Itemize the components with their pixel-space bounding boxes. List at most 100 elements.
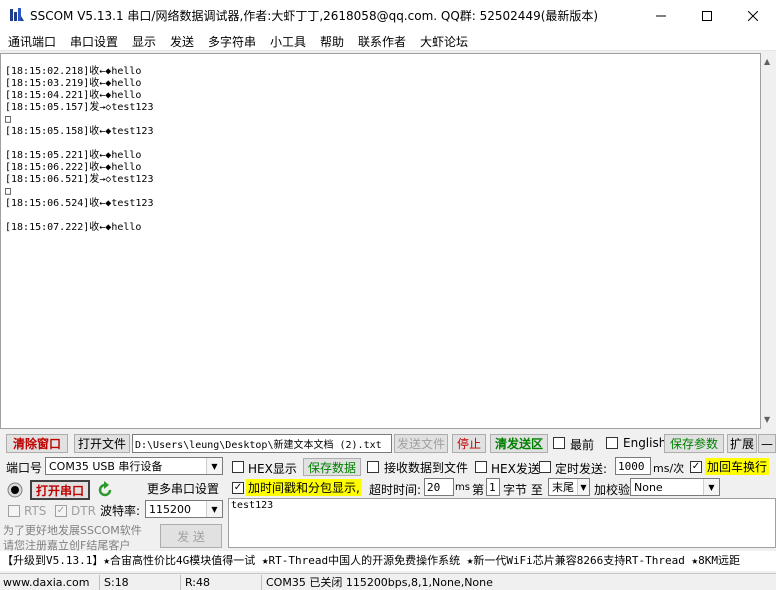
receive-line: [18:15:07.222]收←◆hello: [5, 222, 142, 233]
rts-label: RTS: [24, 504, 47, 518]
scroll-up-icon[interactable]: ▲: [764, 57, 770, 66]
english-checkbox[interactable]: [606, 437, 618, 449]
send-textarea[interactable]: test123: [228, 498, 776, 548]
window-title: SSCOM V5.13.1 串口/网络数据调试器,作者:大虾丁丁,2618058…: [30, 9, 599, 23]
checksum-value: None: [634, 480, 663, 494]
scroll-down-icon[interactable]: ▼: [764, 415, 770, 424]
menu-item-tools[interactable]: 小工具: [270, 33, 306, 50]
receive-line: [18:15:05.221]收←◆hello: [5, 150, 142, 161]
timed-send-label: 定时发送:: [555, 462, 608, 476]
timed-send-checkbox[interactable]: [539, 461, 551, 473]
byte-index-input[interactable]: 1: [486, 478, 500, 496]
timeout-input[interactable]: 20: [424, 478, 454, 496]
maximize-icon: [702, 10, 712, 21]
menu-bar: 通讯端口 串口设置 显示 发送 多字符串 小工具 帮助 联系作者 大虾论坛: [0, 31, 776, 51]
byte-unit: 字节 至: [503, 483, 543, 497]
receive-area[interactable]: [18:15:02.218]收←◆hello [18:15:03.219]收←◆…: [0, 53, 761, 429]
receive-line: [18:15:03.219]收←◆hello: [5, 78, 142, 89]
collapse-button[interactable]: —: [758, 434, 776, 453]
timestamp-label: 加时间戳和分包显示,: [246, 479, 362, 496]
stop-button[interactable]: 停止: [452, 434, 486, 453]
status-received-count: R:48: [182, 575, 262, 590]
minimize-button[interactable]: [638, 0, 684, 31]
baud-select[interactable]: 115200 ▼: [145, 500, 223, 518]
interval-unit: ms/次: [653, 462, 685, 475]
byte-end-value: 末尾: [552, 481, 574, 494]
save-params-button[interactable]: 保存参数: [664, 434, 724, 453]
clear-window-button[interactable]: 清除窗口: [6, 434, 68, 453]
interval-input[interactable]: 1000: [615, 457, 651, 475]
menu-item-multistring[interactable]: 多字符串: [208, 33, 256, 50]
byte-end-select[interactable]: 末尾 ▼: [548, 478, 590, 496]
receive-line: □: [5, 114, 12, 125]
timestamp-checkbox[interactable]: ✓: [232, 482, 244, 494]
hex-send-checkbox[interactable]: [475, 461, 487, 473]
send-text: test123: [231, 500, 274, 511]
menu-item-display[interactable]: 显示: [132, 33, 156, 50]
rts-checkbox[interactable]: [8, 505, 20, 517]
save-data-button[interactable]: 保存数据: [303, 458, 361, 476]
port-select-value: COM35 USB 串行设备: [49, 460, 163, 473]
title-bar: SSCOM V5.13.1 串口/网络数据调试器,作者:大虾丁丁,2618058…: [0, 0, 776, 31]
chevron-down-icon: ▼: [206, 458, 222, 474]
open-port-button[interactable]: 打开串口: [30, 480, 90, 500]
dtr-checkbox[interactable]: ✓: [55, 505, 67, 517]
chevron-down-icon: ▼: [703, 479, 719, 495]
add-crlf-checkbox[interactable]: ✓: [690, 461, 702, 473]
recv-to-file-label: 接收数据到文件: [384, 461, 469, 475]
hex-display-label: HEX显示: [248, 462, 297, 476]
menu-item-port[interactable]: 通讯端口: [8, 33, 56, 50]
topmost-label: 最前: [570, 438, 595, 452]
timeout-label: 超时时间:: [369, 483, 422, 497]
menu-item-contact[interactable]: 联系作者: [358, 33, 406, 50]
timeout-unit: ms: [455, 482, 470, 493]
add-crlf-label: 加回车换行: [705, 458, 770, 475]
hex-display-checkbox[interactable]: [232, 461, 244, 473]
receive-scrollbar[interactable]: ▲ ▼: [761, 53, 776, 429]
menu-item-send[interactable]: 发送: [170, 33, 194, 50]
app-icon: [10, 8, 24, 21]
receive-line: [18:15:06.222]收←◆hello: [5, 162, 142, 173]
english-label: English: [623, 436, 667, 450]
byte-prefix: 第: [472, 483, 485, 497]
promo-line-1: 为了更好地发展SSCOM软件: [3, 524, 142, 537]
expand-button[interactable]: 扩展: [727, 434, 757, 453]
receive-line: [18:15:06.524]收←◆test123: [5, 198, 154, 209]
status-port-state: COM35 已关闭 115200bps,8,1,None,None: [266, 576, 493, 589]
send-button[interactable]: 发 送: [160, 524, 222, 548]
receive-line: [18:15:05.158]收←◆test123: [5, 126, 154, 137]
status-website[interactable]: www.daxia.com: [0, 575, 100, 590]
checksum-select[interactable]: None ▼: [630, 478, 720, 496]
minimize-icon: [656, 15, 666, 16]
ad-ticker[interactable]: 【升级到V5.13.1】★合宙高性价比4G模块值得一试 ★RT-Thread中国…: [0, 551, 776, 571]
receive-line: [18:15:05.157]发→◇test123: [5, 102, 154, 113]
recv-to-file-checkbox[interactable]: [367, 461, 379, 473]
send-file-button[interactable]: 发送文件: [394, 434, 448, 453]
clear-send-button[interactable]: 清发送区: [490, 434, 548, 453]
port-label: 端口号: [6, 461, 43, 475]
maximize-button[interactable]: [684, 0, 730, 31]
port-status-icon: [7, 482, 23, 498]
close-button[interactable]: [730, 0, 776, 31]
menu-item-serial-settings[interactable]: 串口设置: [70, 33, 118, 50]
topmost-checkbox[interactable]: [553, 437, 565, 449]
receive-line: [18:15:02.218]收←◆hello: [5, 66, 142, 77]
chevron-down-icon: ▼: [206, 501, 222, 517]
file-path-input[interactable]: D:\Users\leung\Desktop\新建文本文档 (2).txt: [132, 434, 392, 453]
dtr-label: DTR: [71, 504, 96, 518]
menu-item-help[interactable]: 帮助: [320, 33, 344, 50]
status-sent-count: S:18: [101, 575, 181, 590]
receive-line: [18:15:04.221]收←◆hello: [5, 90, 142, 101]
baud-label: 波特率:: [100, 504, 141, 518]
baud-select-value: 115200: [149, 502, 191, 516]
port-select[interactable]: COM35 USB 串行设备 ▼: [45, 457, 223, 475]
chevron-down-icon: ▼: [577, 479, 589, 495]
status-bar: www.daxia.com S:18 R:48 COM35 已关闭 115200…: [0, 573, 776, 590]
menu-item-forum[interactable]: 大虾论坛: [420, 33, 468, 50]
open-file-button[interactable]: 打开文件: [74, 434, 130, 453]
hex-send-label: HEX发送: [491, 462, 540, 476]
more-settings-link[interactable]: 更多串口设置: [147, 480, 219, 497]
receive-line: □: [5, 186, 12, 197]
receive-line: [18:15:06.521]发→◇test123: [5, 174, 154, 185]
refresh-icon[interactable]: [96, 481, 114, 499]
